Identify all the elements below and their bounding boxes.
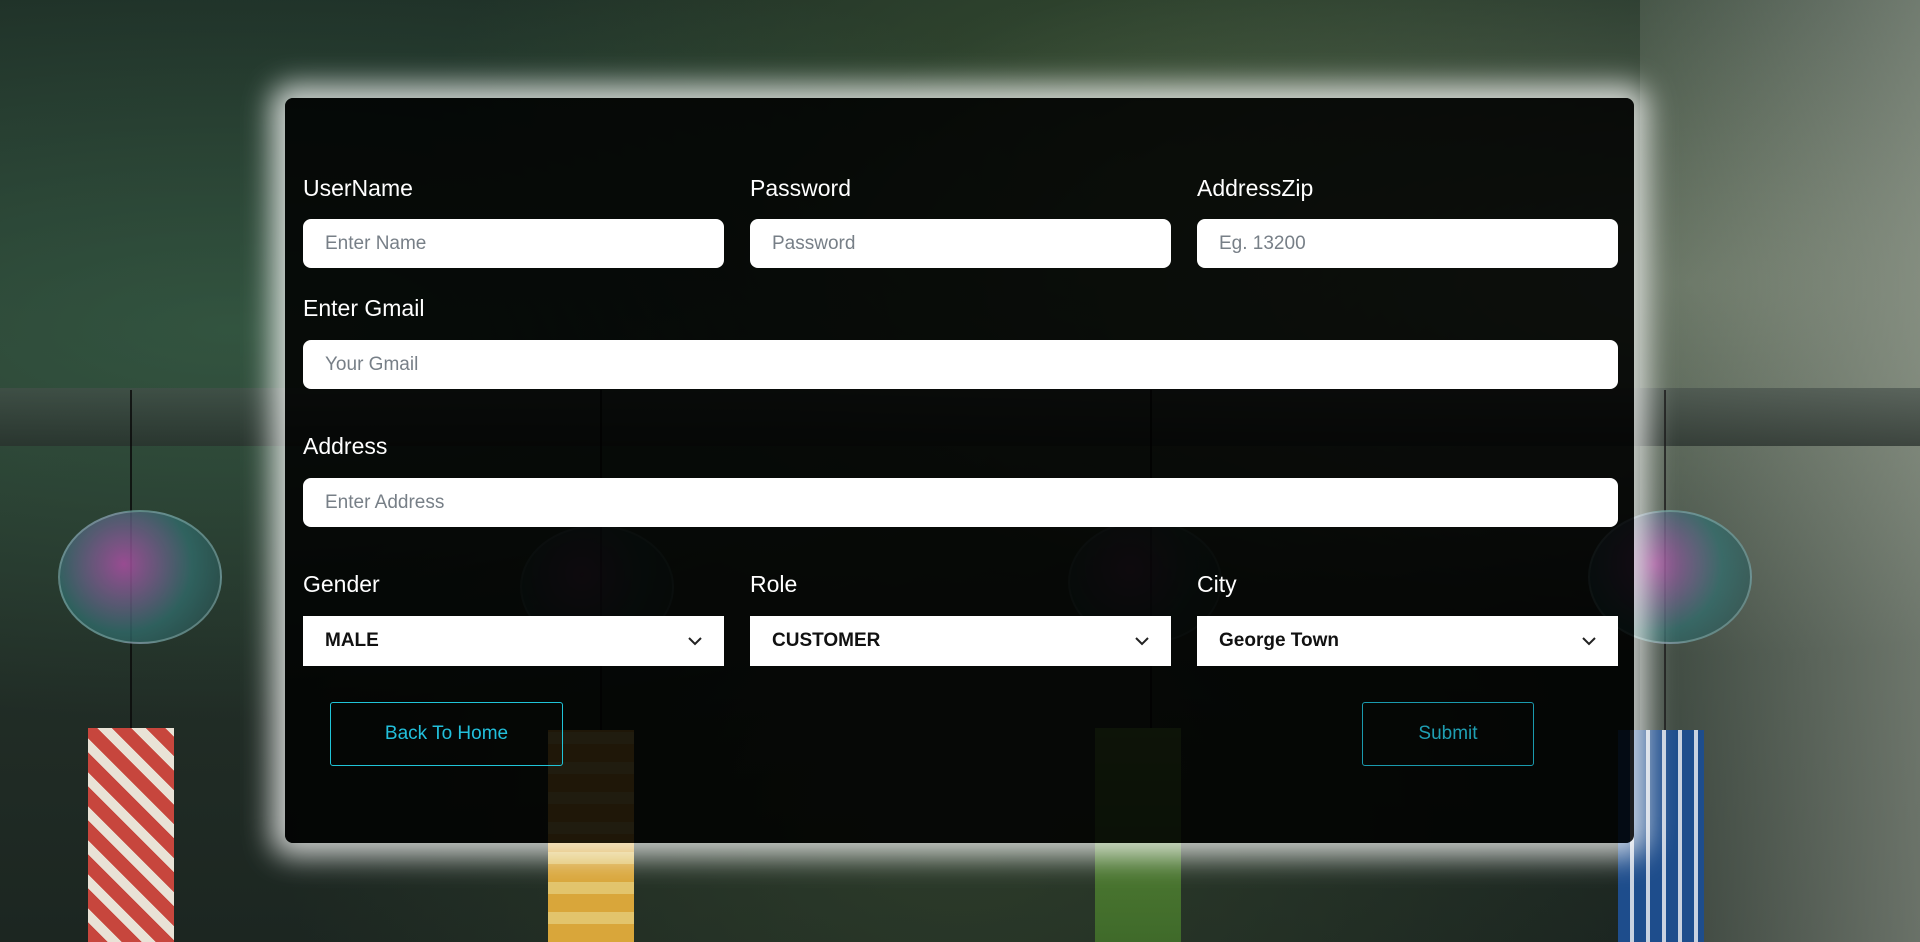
gmail-input[interactable] [303,340,1618,389]
chevron-down-icon [1582,634,1596,648]
registration-form-card: UserName Password AddressZip Enter Gmail… [285,98,1634,843]
chevron-down-icon [688,634,702,648]
chevron-down-icon [1135,634,1149,648]
city-select[interactable]: George Town [1197,616,1618,666]
address-label: Address [303,433,388,459]
back-to-home-button[interactable]: Back To Home [330,702,563,766]
wind-chime-bell [58,510,222,644]
password-label: Password [750,175,851,201]
gmail-label: Enter Gmail [303,295,425,321]
password-input[interactable] [750,219,1171,268]
role-label: Role [750,571,798,597]
gender-select[interactable]: MALE [303,616,724,666]
username-label: UserName [303,175,413,201]
address-zip-input[interactable] [1197,219,1618,268]
address-input[interactable] [303,478,1618,527]
username-input[interactable] [303,219,724,268]
chime-strip [88,728,174,942]
city-selected-value: George Town [1219,630,1339,651]
role-selected-value: CUSTOMER [772,630,881,651]
submit-button[interactable]: Submit [1362,702,1534,766]
role-select[interactable]: CUSTOMER [750,616,1171,666]
city-label: City [1197,571,1237,597]
gender-label: Gender [303,571,380,597]
gender-selected-value: MALE [325,630,379,651]
address-zip-label: AddressZip [1197,175,1314,201]
